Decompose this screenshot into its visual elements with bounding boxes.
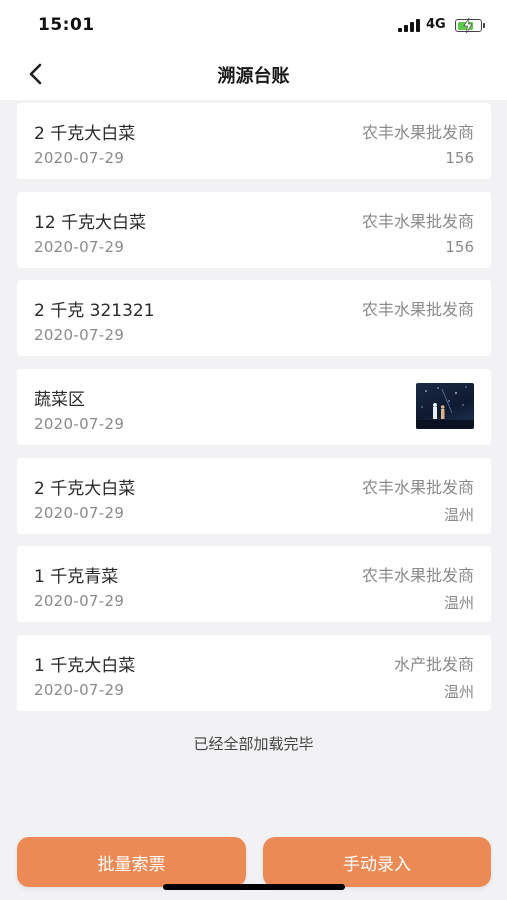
status-bar: 15:01 4G bbox=[0, 0, 507, 48]
list-item[interactable]: 1 千克青菜 2020-07-29 农丰水果批发商 温州 bbox=[17, 546, 491, 623]
item-vendor: 农丰水果批发商 bbox=[361, 211, 474, 231]
battery-cap bbox=[483, 23, 485, 28]
item-date: 2020-07-29 bbox=[34, 503, 125, 522]
item-title: 蔬菜区 bbox=[34, 390, 85, 411]
item-title: 2 千克 321321 bbox=[34, 301, 155, 322]
item-date: 2020-07-29 bbox=[34, 326, 125, 345]
list-item[interactable]: 2 千克大白菜 2020-07-29 农丰水果批发商 156 bbox=[17, 103, 491, 179]
item-extra: 温州 bbox=[443, 594, 474, 613]
item-date: 2020-07-29 bbox=[34, 592, 125, 611]
item-extra: 温州 bbox=[443, 505, 474, 524]
record-list: 2 千克大白菜 2020-07-29 农丰水果批发商 156 12 千克大白菜 … bbox=[17, 103, 491, 724]
item-title: 1 千克青菜 bbox=[34, 567, 119, 588]
item-extra: 温州 bbox=[443, 683, 474, 702]
network-label: 4G bbox=[426, 17, 446, 32]
list-item[interactable]: 2 千克大白菜 2020-07-29 农丰水果批发商 温州 bbox=[17, 457, 491, 534]
manual-entry-button[interactable]: 手动录入 bbox=[263, 837, 491, 887]
item-date: 2020-07-29 bbox=[34, 681, 125, 700]
item-vendor: 农丰水果批发商 bbox=[361, 477, 474, 497]
charging-bolt-icon bbox=[463, 18, 473, 33]
screen: 15:01 4G 溯源台账 2 千克大白菜 2020-07-29 农丰水果批发商… bbox=[0, 0, 507, 900]
list-item[interactable]: 12 千克大白菜 2020-07-29 农丰水果批发商 156 bbox=[17, 191, 491, 268]
item-date: 2020-07-29 bbox=[34, 237, 125, 256]
item-thumbnail[interactable] bbox=[416, 383, 474, 430]
item-extra: 156 bbox=[445, 149, 474, 167]
item-title: 2 千克大白菜 bbox=[34, 478, 136, 499]
load-complete-note: 已经全部加载完毕 bbox=[193, 735, 314, 753]
item-title: 1 千克大白菜 bbox=[34, 656, 136, 677]
item-extra: 156 bbox=[445, 237, 474, 256]
item-title: 2 千克大白菜 bbox=[34, 124, 136, 144]
status-time: 15:01 bbox=[38, 15, 95, 35]
item-vendor: 农丰水果批发商 bbox=[361, 123, 474, 142]
home-indicator bbox=[163, 884, 345, 890]
item-title: 12 千克大白菜 bbox=[34, 212, 147, 233]
nav-bar: 溯源台账 bbox=[0, 48, 507, 100]
list-item[interactable]: 2 千克 321321 2020-07-29 农丰水果批发商 bbox=[17, 280, 491, 357]
batch-invoice-button[interactable]: 批量索票 bbox=[17, 837, 246, 887]
item-date: 2020-07-29 bbox=[34, 149, 125, 167]
item-vendor: 农丰水果批发商 bbox=[361, 300, 474, 320]
item-vendor: 农丰水果批发商 bbox=[361, 566, 474, 586]
page-title: 溯源台账 bbox=[217, 66, 290, 87]
thumbnail-image bbox=[416, 386, 474, 430]
list-item[interactable]: 1 千克大白菜 2020-07-29 水产批发商 温州 bbox=[17, 635, 491, 712]
item-vendor: 水产批发商 bbox=[393, 655, 474, 675]
list-item[interactable]: 蔬菜区 2020-07-29 bbox=[17, 369, 491, 446]
item-date: 2020-07-29 bbox=[34, 415, 125, 434]
signal-icon bbox=[398, 19, 422, 32]
